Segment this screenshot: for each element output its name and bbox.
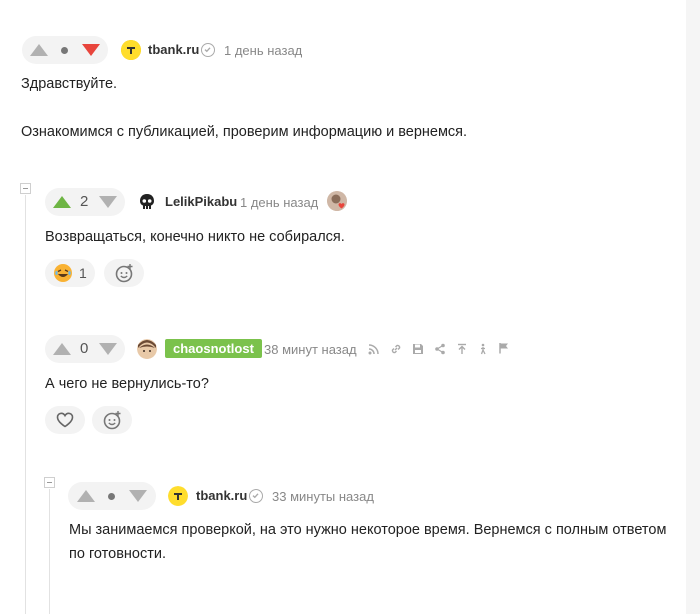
comment-time[interactable]: 1 день назад	[224, 43, 302, 58]
add-emoji-icon	[103, 411, 121, 430]
comment-text: по готовности.	[69, 546, 166, 562]
post-author-avatar[interactable]	[327, 191, 347, 211]
upvote-button[interactable]	[53, 196, 71, 208]
vote-control	[22, 36, 108, 64]
avatar[interactable]	[137, 339, 157, 359]
rss-icon[interactable]	[368, 343, 380, 355]
author-avatar-icon	[327, 191, 347, 211]
comment-text: Мы занимаемся проверкой, на это нужно не…	[69, 522, 667, 538]
rating-count: 0	[80, 340, 89, 357]
share-icon[interactable]	[434, 343, 446, 355]
verified-check-icon	[249, 489, 263, 503]
collapse-thread-button[interactable]	[20, 183, 31, 194]
add-emoji-icon	[115, 264, 133, 283]
tbank-logo-icon	[121, 40, 141, 60]
avatar[interactable]	[168, 486, 188, 506]
avatar[interactable]	[137, 192, 157, 212]
reaction-button[interactable]: 1	[45, 259, 95, 287]
rating-hidden-dot	[108, 493, 115, 500]
ignore-user-icon[interactable]	[478, 343, 490, 355]
comment-author[interactable]: tbank.ru	[196, 488, 247, 503]
author-badge[interactable]: chaosnotlost	[165, 339, 262, 358]
save-icon[interactable]	[412, 343, 424, 355]
comment-time[interactable]: 33 минуты назад	[272, 489, 374, 504]
comment-time[interactable]: 38 минут назад	[264, 342, 357, 357]
user-avatar-icon	[137, 339, 157, 359]
collapse-thread-button[interactable]	[44, 477, 55, 488]
comments-panel: tbank.ru 1 день назад Здравствуйте. Озна…	[0, 0, 686, 614]
upvote-button[interactable]	[30, 44, 48, 56]
add-reaction-button[interactable]	[92, 406, 132, 434]
comment-author[interactable]: tbank.ru	[148, 42, 199, 57]
comment-text: А чего не вернулись-то?	[45, 376, 209, 392]
upvote-button[interactable]	[77, 490, 95, 502]
vote-control: 2	[45, 188, 125, 216]
like-button[interactable]	[45, 406, 85, 434]
comment-author[interactable]: LelikPikabu	[165, 194, 237, 209]
comment-text: Ознакомимся с публикацией, проверим инфо…	[21, 124, 468, 140]
comment-time[interactable]: 1 день назад	[240, 195, 318, 210]
downvote-button[interactable]	[82, 44, 100, 56]
link-icon[interactable]	[390, 343, 402, 355]
avatar[interactable]	[121, 40, 141, 60]
verified-check-icon	[201, 43, 215, 57]
rating-hidden-dot	[61, 47, 68, 54]
scroll-to-top-icon[interactable]	[456, 343, 468, 355]
vote-control	[68, 482, 156, 510]
thread-line[interactable]	[49, 489, 50, 614]
report-flag-icon[interactable]	[498, 342, 510, 354]
downvote-button[interactable]	[129, 490, 147, 502]
rating-count: 2	[80, 193, 89, 210]
thread-line[interactable]	[25, 195, 26, 614]
upvote-button[interactable]	[53, 343, 71, 355]
add-reaction-button[interactable]	[104, 259, 144, 287]
vote-control: 0	[45, 335, 125, 363]
tbank-logo-icon	[168, 486, 188, 506]
laughing-emoji-icon	[54, 264, 72, 282]
reaction-count: 1	[79, 265, 87, 281]
comment-text: Здравствуйте.	[21, 76, 118, 92]
skull-avatar-icon	[140, 194, 154, 209]
comment-text: Возвращаться, конечно никто не собирался…	[45, 229, 345, 245]
heart-icon	[56, 412, 74, 428]
downvote-button[interactable]	[99, 196, 117, 208]
downvote-button[interactable]	[99, 343, 117, 355]
